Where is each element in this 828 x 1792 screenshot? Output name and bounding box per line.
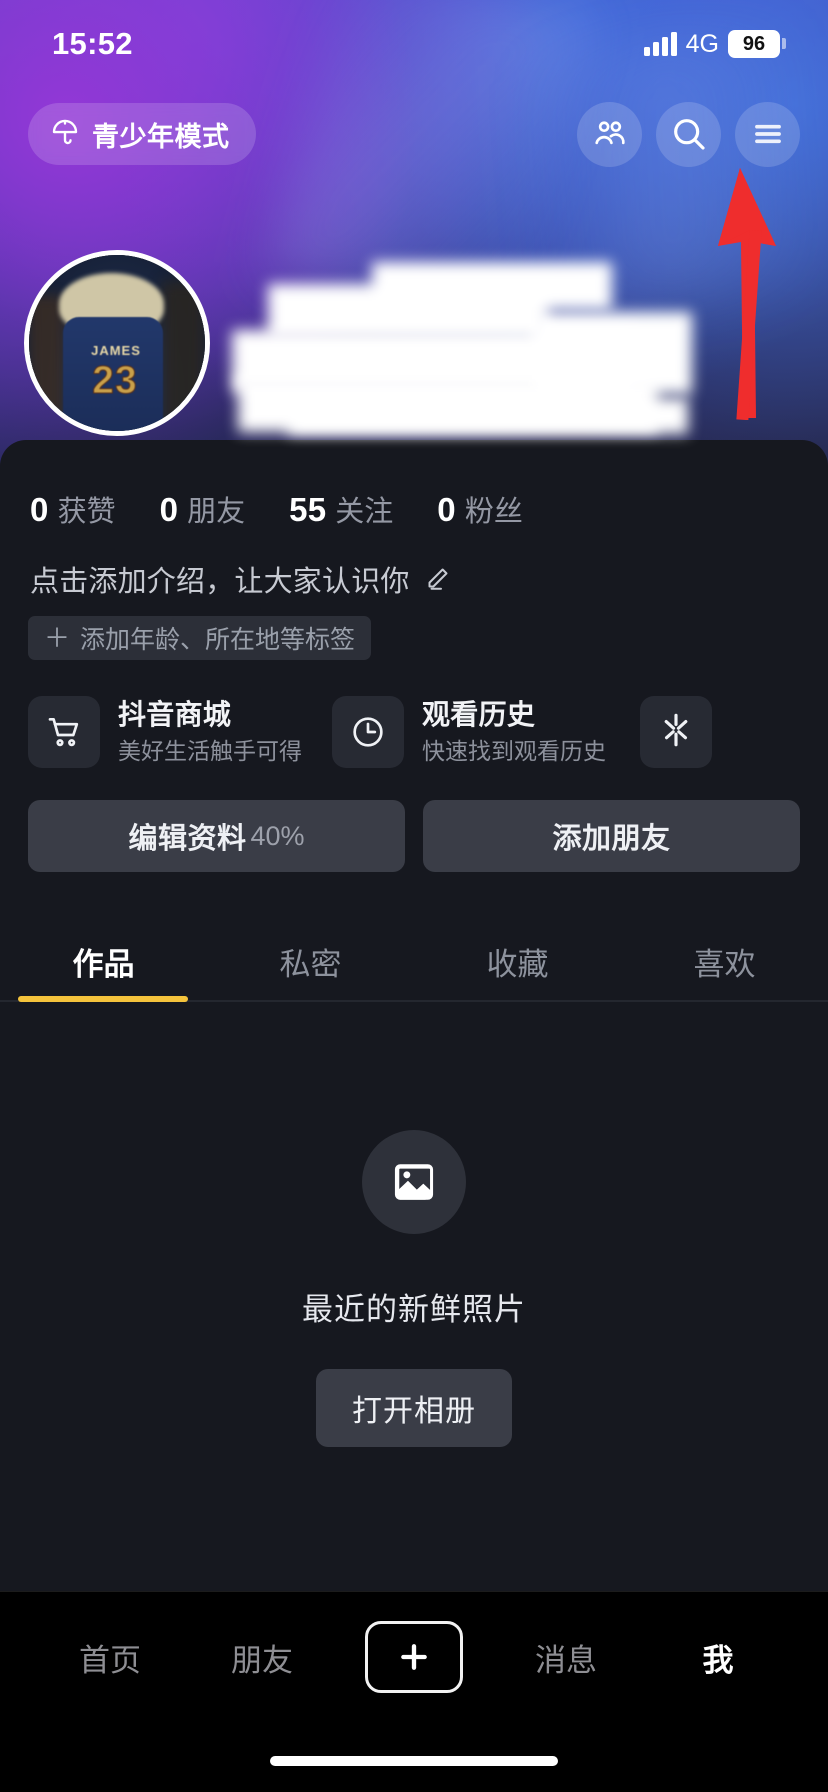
- douyin-spark-icon: [655, 709, 697, 756]
- bottom-nav-items: 首页 朋友 消息 我: [0, 1592, 828, 1722]
- stat-label: 粉丝: [464, 496, 523, 528]
- pencil-icon[interactable]: [422, 564, 452, 594]
- nav-label: 朋友: [231, 1642, 293, 1678]
- stat-label: 朋友: [187, 496, 246, 528]
- stat-value: 55: [289, 491, 327, 528]
- shortcut-card-text: 抖音商城 美好生活触手可得: [118, 699, 302, 764]
- plus-icon: ＋: [44, 623, 71, 653]
- search-icon-button[interactable]: [656, 101, 721, 167]
- stat-item-likes[interactable]: 0 获赞: [30, 488, 116, 530]
- tab-likes[interactable]: 喜欢: [621, 939, 828, 1002]
- nav-label: 我: [702, 1642, 734, 1678]
- status-indicators: 4G 96: [643, 29, 786, 59]
- tab-label: 作品: [72, 947, 135, 982]
- teen-mode-label: 青少年模式: [92, 121, 230, 152]
- tab-active-indicator: [18, 996, 188, 1002]
- tab-label: 私密: [279, 947, 342, 982]
- shortcut-card-subtitle: 美好生活触手可得: [118, 738, 302, 765]
- hamburger-menu-icon: [749, 115, 787, 153]
- stat-value: 0: [30, 491, 49, 528]
- shortcut-card-history[interactable]: 观看历史 快速找到观看历史: [332, 696, 606, 768]
- status-clock: 15:52: [52, 26, 133, 61]
- avatar-jersey-number: 23: [92, 359, 138, 403]
- edit-profile-progress: 40%: [250, 820, 305, 851]
- nav-item-friends[interactable]: 朋友: [186, 1635, 338, 1680]
- add-tag-label: 添加年龄、所在地等标签: [80, 626, 356, 654]
- tab-label: 收藏: [486, 947, 549, 982]
- avatar-image: JAMES 23: [29, 255, 205, 431]
- nav-item-home[interactable]: 首页: [34, 1635, 186, 1680]
- stat-item-following[interactable]: 55 关注: [289, 488, 393, 530]
- home-indicator: [270, 1756, 558, 1766]
- empty-state-title: 最近的新鲜照片: [302, 1292, 526, 1327]
- header-icon-group: [577, 101, 800, 167]
- content-tabs: 作品 私密 收藏 喜欢: [0, 906, 828, 1002]
- profile-stats-row: 0 获赞 0 朋友 55 关注 0 粉丝: [0, 440, 828, 530]
- open-album-label: 打开相册: [352, 1395, 476, 1428]
- stat-label: 关注: [335, 496, 394, 528]
- shortcut-card-title: 观看历史: [422, 699, 536, 731]
- battery-icon: 96: [728, 30, 786, 58]
- nav-item-messages[interactable]: 消息: [490, 1635, 642, 1680]
- shortcut-card-title: 抖音商城: [118, 699, 232, 731]
- profile-action-buttons: 编辑资料 40% 添加朋友: [0, 768, 828, 872]
- bio-row[interactable]: 点击添加介绍，让大家认识你: [0, 530, 828, 600]
- cellular-signal-icon: [643, 32, 677, 56]
- profile-content-panel: 0 获赞 0 朋友 55 关注 0 粉丝 点击添加介绍，让大家认识你 ＋ 添加年…: [0, 440, 828, 1592]
- stat-value: 0: [159, 491, 179, 528]
- shopping-cart-icon: [28, 696, 100, 768]
- avatar-jersey-name: JAMES: [91, 343, 141, 358]
- stat-item-followers[interactable]: 0 粉丝: [437, 488, 523, 530]
- tab-private[interactable]: 私密: [207, 939, 414, 1002]
- douyin-spark-icon-button[interactable]: [640, 696, 712, 768]
- bio-placeholder-text: 点击添加介绍，让大家认识你: [30, 566, 410, 598]
- friends-icon-button[interactable]: [577, 101, 642, 167]
- user-avatar[interactable]: JAMES 23: [24, 250, 210, 436]
- nav-label: 首页: [79, 1642, 141, 1678]
- stat-value: 0: [437, 491, 456, 528]
- nav-item-me[interactable]: 我: [642, 1635, 794, 1680]
- hamburger-menu-button[interactable]: [735, 101, 800, 167]
- add-friend-button[interactable]: 添加朋友: [423, 800, 800, 872]
- tab-collections[interactable]: 收藏: [414, 939, 621, 1002]
- network-type-label: 4G: [685, 29, 719, 58]
- edit-profile-label: 编辑资料: [128, 823, 247, 855]
- nav-label: 消息: [535, 1642, 597, 1678]
- shortcut-card-subtitle: 快速找到观看历史: [422, 738, 606, 765]
- add-friend-label: 添加朋友: [552, 823, 671, 855]
- photo-placeholder-icon: [362, 1130, 466, 1234]
- profile-header-bar: 青少年模式: [0, 95, 828, 173]
- edit-profile-button[interactable]: 编辑资料 40%: [28, 800, 405, 872]
- search-icon: [669, 114, 709, 154]
- plus-create-icon[interactable]: [365, 1621, 463, 1693]
- shortcut-card-mall[interactable]: 抖音商城 美好生活触手可得: [28, 696, 302, 768]
- clock-icon: [332, 696, 404, 768]
- empty-state: 最近的新鲜照片 打开相册: [0, 1002, 828, 1447]
- stat-item-friends[interactable]: 0 朋友: [160, 488, 246, 530]
- friends-icon: [591, 115, 629, 153]
- status-bar: 15:52 4G 96: [0, 0, 828, 88]
- open-album-button[interactable]: 打开相册: [316, 1369, 512, 1447]
- bottom-navigation-bar: 首页 朋友 消息 我: [0, 1591, 828, 1792]
- shortcut-card-text: 观看历史 快速找到观看历史: [422, 699, 606, 764]
- umbrella-icon: [50, 117, 80, 152]
- phone-screen: 15:52 4G 96 青少年模式 JAMES 23 0 获赞 0 朋友 55 …: [0, 0, 828, 1792]
- teen-mode-button[interactable]: 青少年模式: [28, 103, 256, 165]
- tab-works[interactable]: 作品: [0, 939, 207, 1002]
- shortcut-cards-row: 抖音商城 美好生活触手可得 观看历史 快速找到观看历史: [0, 660, 828, 768]
- add-tag-row: ＋ 添加年龄、所在地等标签: [0, 600, 828, 660]
- nav-item-create[interactable]: [338, 1621, 490, 1693]
- stat-label: 获赞: [57, 496, 116, 528]
- tab-label: 喜欢: [693, 947, 756, 982]
- add-tag-button[interactable]: ＋ 添加年龄、所在地等标签: [28, 616, 372, 660]
